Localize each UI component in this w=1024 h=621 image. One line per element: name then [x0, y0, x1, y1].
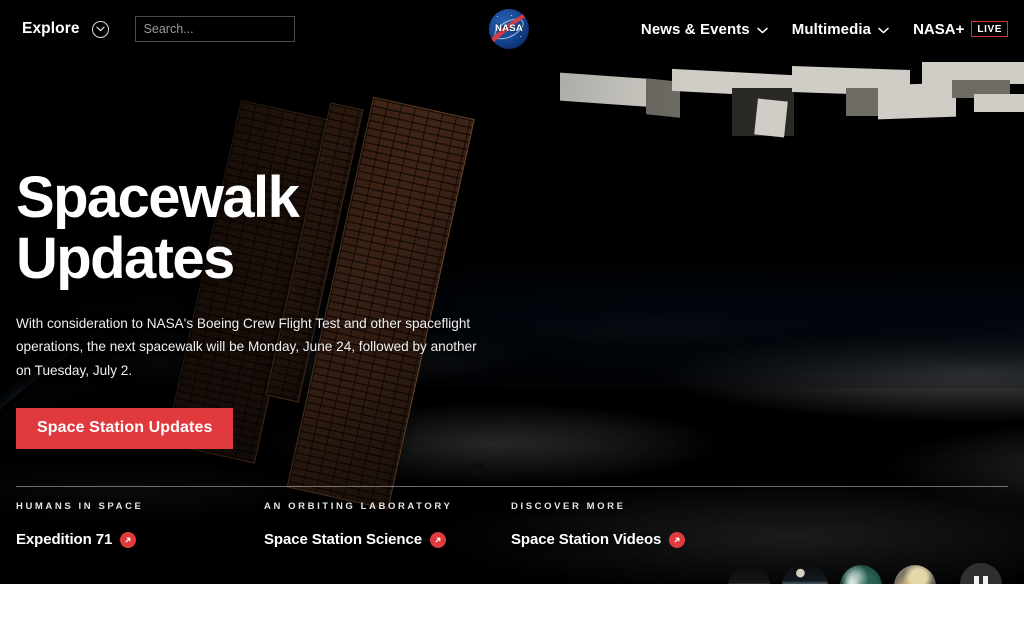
nasa-homepage: Explore NASA News & Events	[0, 0, 1024, 621]
hero-title: Spacewalk Updates	[16, 165, 536, 291]
link-label: Space Station Science	[264, 531, 422, 548]
header-nav: News & Events Multimedia NASA+ LIVE	[641, 0, 1008, 58]
nasa-meatball-logo[interactable]: NASA	[489, 9, 529, 49]
site-header: Explore NASA News & Events	[0, 0, 1024, 58]
hero-content: Spacewalk Updates With consideration to …	[16, 165, 536, 449]
arrow-up-right-icon	[429, 531, 446, 548]
logo-wordmark: NASA	[494, 23, 524, 34]
link-label: Expedition 71	[16, 531, 113, 548]
arrow-up-right-icon	[120, 531, 137, 548]
slide-thumb-2[interactable]	[782, 563, 828, 584]
nav-item-nasa-plus[interactable]: NASA+ LIVE	[913, 21, 1008, 38]
eyebrow-label: Discover More	[511, 501, 626, 512]
nav-item-news-events[interactable]: News & Events	[641, 21, 768, 38]
pause-icon-bar-left	[974, 575, 979, 584]
chevron-down-circle-icon[interactable]	[91, 20, 109, 38]
hero-description: With consideration to NASA's Boeing Crew…	[16, 315, 477, 378]
slide-progress-ring	[782, 563, 828, 584]
link-space-station-science[interactable]: Space Station Science	[264, 531, 452, 548]
nav-label: Multimedia	[791, 20, 872, 38]
pause-icon-bar-right	[983, 575, 988, 584]
carousel-thumbnails	[728, 563, 936, 584]
carousel-pause-button[interactable]	[960, 563, 1002, 584]
eyebrow-label: Humans in Space	[16, 501, 144, 512]
slide-thumb-1-image	[728, 565, 770, 584]
link-space-station-videos[interactable]: Space Station Videos	[511, 531, 686, 548]
space-station-updates-button[interactable]: Space Station Updates	[16, 407, 234, 449]
hero-title-line-2: Updates	[16, 225, 235, 291]
hero-title-line-1: Spacewalk	[16, 165, 300, 230]
hero-divider	[16, 486, 1008, 487]
slide-thumb-1[interactable]	[728, 565, 770, 584]
nav-item-multimedia[interactable]: Multimedia	[792, 21, 889, 38]
bottom-link-group-discover-more: Discover More Space Station Videos	[511, 501, 686, 548]
bottom-link-group-humans-in-space: Humans in Space Expedition 71	[16, 501, 144, 548]
nav-label: News & Events	[640, 20, 750, 38]
eyebrow-label: An Orbiting Laboratory	[264, 501, 453, 512]
search-input[interactable]	[134, 16, 295, 42]
slide-thumb-4[interactable]	[894, 565, 936, 584]
slide-thumb-3-image	[840, 565, 882, 584]
nasa-plus-label: NASA+	[913, 20, 965, 38]
link-label: Space Station Videos	[511, 531, 662, 548]
hero-section: Spacewalk Updates With consideration to …	[0, 58, 1024, 584]
chevron-down-icon	[878, 21, 889, 38]
bottom-link-group-orbiting-laboratory: An Orbiting Laboratory Space Station Sci…	[264, 501, 452, 548]
live-badge: LIVE	[971, 21, 1008, 37]
explore-menu-label[interactable]: Explore	[22, 20, 80, 38]
header-left-group: Explore	[0, 16, 295, 42]
chevron-down-icon	[757, 21, 768, 38]
link-expedition-71[interactable]: Expedition 71	[16, 531, 144, 548]
arrow-up-right-icon	[669, 531, 686, 548]
hero-bottom-bar: Humans in Space Expedition 71 An Orbitin…	[0, 501, 1024, 584]
slide-thumb-4-image	[894, 565, 936, 584]
slide-thumb-3[interactable]	[840, 565, 882, 584]
